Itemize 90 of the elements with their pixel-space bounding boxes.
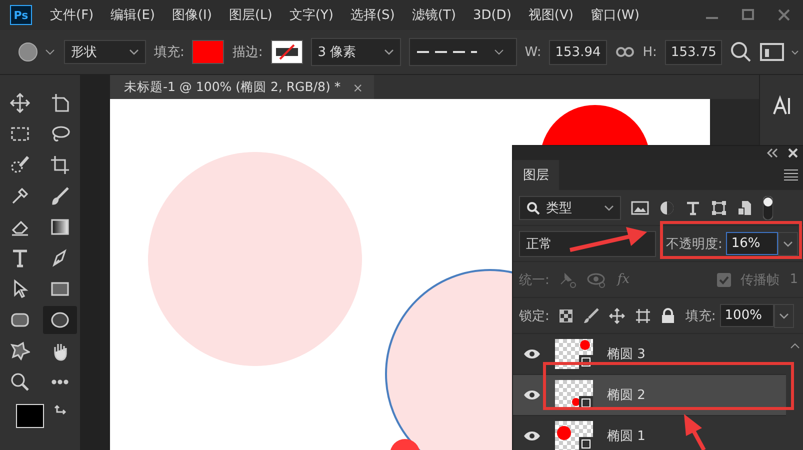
menu-item[interactable]: 选择(S) <box>350 6 395 24</box>
type-icon <box>10 248 30 268</box>
gradient-icon <box>50 217 70 237</box>
app-logo: Ps <box>10 5 32 25</box>
move-icon <box>10 93 30 113</box>
collapse-icon[interactable] <box>766 148 778 158</box>
fill-label: 填充: <box>154 44 184 61</box>
lock-transparency-icon[interactable] <box>559 308 574 322</box>
menu-item[interactable]: 滤镜(T) <box>412 6 456 24</box>
stroke-swatch[interactable] <box>270 40 303 64</box>
opacity-label: 不透明度: <box>666 236 722 252</box>
fill-dropdown-button[interactable] <box>774 304 794 328</box>
menu-item[interactable]: 文字(Y) <box>289 6 334 24</box>
opacity-field[interactable]: 16% <box>726 232 778 255</box>
layer-name: 椭圆 2 <box>607 387 646 404</box>
paragraph-panel-icon[interactable] <box>770 95 792 117</box>
menu-item[interactable]: 3D(D) <box>472 8 512 22</box>
filter-toggle-icon[interactable] <box>763 196 773 220</box>
visibility-eye-icon[interactable] <box>523 348 541 360</box>
crop-icon <box>50 155 70 175</box>
ellipse-icon[interactable] <box>18 42 56 62</box>
shape-filter-icon[interactable] <box>711 200 727 216</box>
height-label: H: <box>642 44 657 60</box>
layer-thumbnail <box>555 380 593 410</box>
visibility-eye-icon[interactable] <box>523 389 541 401</box>
close-tab-button[interactable]: × <box>352 80 364 94</box>
menu-item[interactable]: 图像(I) <box>172 6 212 24</box>
width-label: W: <box>524 44 542 60</box>
adjustment-filter-icon[interactable] <box>659 200 675 216</box>
menu-item[interactable]: 编辑(E) <box>110 6 155 24</box>
menu-item[interactable]: 文件(F) <box>50 6 94 24</box>
maximize-icon[interactable] <box>741 8 755 22</box>
brush-icon <box>50 186 70 206</box>
lock-position-icon[interactable] <box>609 308 626 324</box>
fill-swatch[interactable] <box>192 40 224 64</box>
menu-item[interactable]: 窗口(W) <box>590 6 640 24</box>
stroke-label: 描边: <box>232 44 263 61</box>
document-tab[interactable]: 未标题-1 @ 100% (椭圆 2, RGB/8) * × <box>110 75 374 99</box>
search-icon[interactable] <box>730 41 752 63</box>
ellipse-icon <box>50 310 70 330</box>
caret-icon <box>604 204 614 210</box>
tool-button[interactable] <box>43 306 77 334</box>
rectangle-icon <box>50 279 70 299</box>
quick-select-brush-icon <box>10 155 30 175</box>
dashed-rectangle-icon <box>10 124 30 144</box>
caret-icon <box>783 240 793 246</box>
scroll-up-icon[interactable] <box>790 342 800 350</box>
artboard-icon <box>50 93 70 113</box>
menu-item[interactable]: 视图(V) <box>528 6 574 24</box>
smart-object-filter-icon[interactable] <box>737 200 753 216</box>
filter-dropdown[interactable]: 类型 <box>519 196 621 220</box>
lock-icon[interactable] <box>661 308 676 324</box>
menu-icon[interactable] <box>784 169 798 181</box>
lock-pixels-icon[interactable] <box>583 308 600 324</box>
opacity-dropdown-button[interactable] <box>778 232 798 256</box>
caret-icon <box>778 312 789 318</box>
propagate-label: 传播帧 <box>740 272 780 288</box>
eyedropper-icon <box>10 186 30 206</box>
search-icon <box>526 200 540 214</box>
caret-icon <box>384 49 394 55</box>
lasso-icon <box>50 124 70 144</box>
unify-label: 统一: <box>519 272 550 288</box>
rounded-rectangle-icon <box>10 310 30 330</box>
type-filter-icon[interactable] <box>685 200 701 216</box>
star-shape-icon <box>10 341 30 361</box>
dash-style-dropdown[interactable] <box>408 38 517 66</box>
width-field[interactable]: 153.94 <box>549 40 607 64</box>
stroke-width-dropdown[interactable]: 3 像素 <box>310 38 401 66</box>
layers-tab[interactable]: 图层 <box>513 160 559 190</box>
layer-name: 椭圆 3 <box>607 346 646 363</box>
lock-label: 锁定: <box>519 308 550 324</box>
foreground-color-swatch[interactable] <box>16 404 44 428</box>
frame-number: 1 <box>790 272 798 287</box>
more-icon <box>50 379 70 385</box>
layer-name: 椭圆 1 <box>607 428 646 445</box>
fill-label: 填充: <box>685 308 716 324</box>
visibility-eye-icon[interactable] <box>523 430 541 442</box>
image-filter-icon[interactable] <box>631 200 649 216</box>
propagate-checkbox[interactable] <box>716 272 731 286</box>
height-field[interactable]: 153.75 <box>664 40 722 64</box>
caret-icon <box>129 49 139 55</box>
layer-thumbnail <box>555 339 593 369</box>
link-icon[interactable] <box>614 45 635 59</box>
zoom-icon <box>10 372 30 392</box>
close-icon[interactable] <box>788 148 798 158</box>
layer-row[interactable]: 椭圆 2 <box>513 375 786 416</box>
lock-artboard-icon[interactable] <box>635 308 652 324</box>
menu-item[interactable]: 图层(L) <box>228 6 272 24</box>
fill-field[interactable]: 100% <box>720 304 774 327</box>
mode-dropdown[interactable]: 形状 <box>64 40 146 64</box>
